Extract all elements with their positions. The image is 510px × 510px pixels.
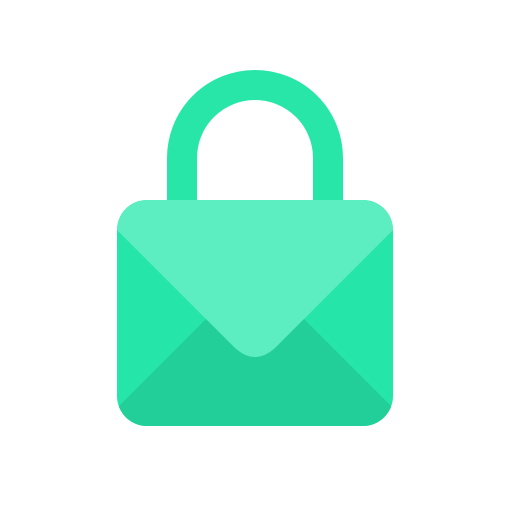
locked-mail-icon xyxy=(117,70,393,426)
padlock-shackle xyxy=(167,70,343,210)
app-icon-canvas xyxy=(0,0,510,510)
envelope xyxy=(117,200,393,426)
